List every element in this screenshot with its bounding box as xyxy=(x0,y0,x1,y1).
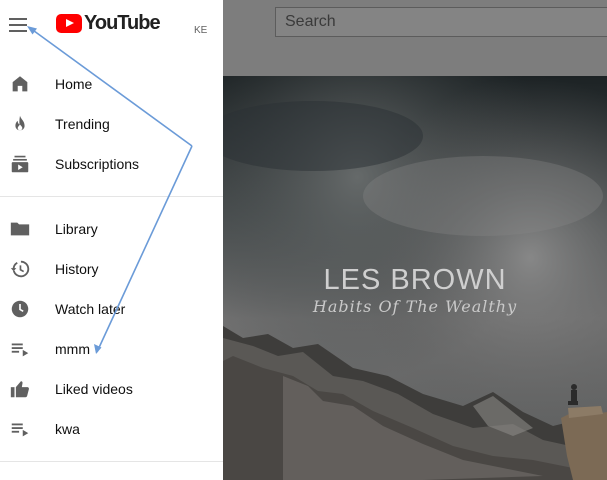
sidebar-item-label: Library xyxy=(55,221,98,237)
youtube-play-icon xyxy=(56,14,82,33)
video-thumbnail[interactable]: LES BROWN Habits Of The Wealthy xyxy=(223,76,607,480)
watch-later-icon xyxy=(11,300,29,318)
sidebar-item-watch-later[interactable]: Watch later xyxy=(0,289,223,329)
sidebar-item-library[interactable]: Library xyxy=(0,209,223,249)
sidebar-item-label: Subscriptions xyxy=(55,156,140,172)
home-icon xyxy=(12,76,28,92)
playlist-icon xyxy=(11,343,29,357)
sidebar-item-label: Liked videos xyxy=(55,381,133,397)
sidebar-divider xyxy=(0,196,223,197)
video-subtitle-overlay: Habits Of The Wealthy xyxy=(312,297,518,316)
sidebar-item-label: Watch later xyxy=(55,301,126,317)
playlist-icon xyxy=(11,423,29,437)
logo-text: YouTube xyxy=(84,12,161,34)
sidebar-item-playlist-mmm[interactable]: mmm xyxy=(0,329,223,369)
sidebar-item-home[interactable]: Home xyxy=(0,64,223,104)
subscriptions-icon xyxy=(11,155,29,173)
sidebar-item-playlist-kwa[interactable]: kwa xyxy=(0,409,223,449)
country-code: KE xyxy=(194,25,208,36)
hamburger-menu-icon[interactable] xyxy=(9,15,29,33)
video-title-overlay: LES BROWN xyxy=(323,264,507,296)
guide-drawer: YouTube KE Home Trending Subscriptions L… xyxy=(0,0,223,480)
sidebar-item-trending[interactable]: Trending xyxy=(0,104,223,144)
trending-icon xyxy=(15,115,25,131)
sidebar-divider xyxy=(0,461,223,462)
sidebar-item-label: Home xyxy=(55,76,93,92)
sidebar-item-liked-videos[interactable]: Liked videos xyxy=(0,369,223,409)
sidebar-item-history[interactable]: History xyxy=(0,249,223,289)
liked-videos-icon xyxy=(10,381,29,398)
history-icon xyxy=(10,260,30,278)
library-icon xyxy=(10,222,30,236)
sidebar-item-label: Trending xyxy=(55,116,110,132)
sidebar-item-label: History xyxy=(55,261,99,277)
sidebar-item-subscriptions[interactable]: Subscriptions xyxy=(0,144,223,184)
search-input[interactable]: Search xyxy=(275,7,607,37)
sidebar-item-label: kwa xyxy=(55,421,80,437)
sidebar-item-label: mmm xyxy=(55,341,90,357)
